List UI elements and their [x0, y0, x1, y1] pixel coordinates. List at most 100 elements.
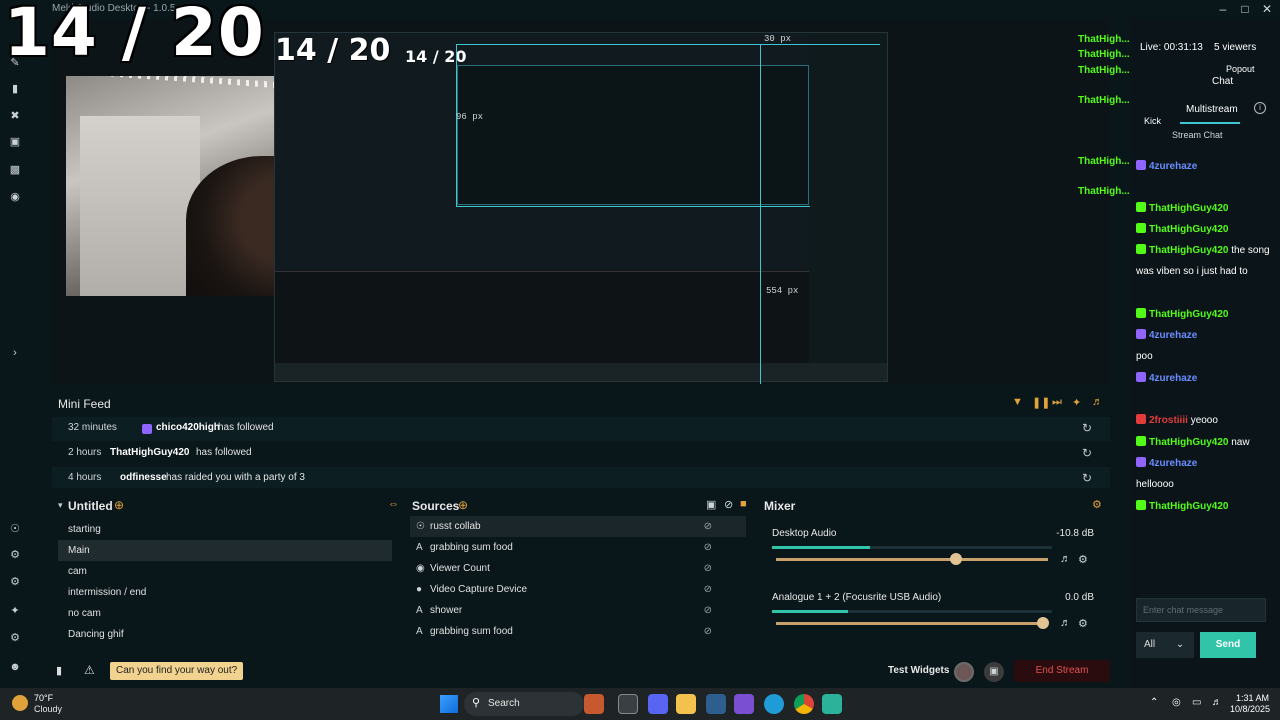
volume-slider[interactable]	[776, 622, 1048, 625]
test-widgets-button[interactable]: Test Widgets	[888, 665, 949, 676]
filter-icon[interactable]: ▼	[1012, 396, 1023, 408]
chrome-icon[interactable]	[794, 694, 814, 714]
chat-message: ThatHighGuy420	[1136, 219, 1276, 240]
source-item[interactable]: ◉ Viewer Count ⊘	[410, 558, 746, 579]
sources-dock: Sources ⊕ ▣ ⊘ ■ ☉ russt collab ⊘ Agrabbing…	[406, 494, 752, 649]
source-item[interactable]: ☉ russt collab ⊘	[410, 516, 746, 537]
replay-icon[interactable]: ↻	[1082, 421, 1092, 435]
account-icon[interactable]: ☻	[8, 660, 22, 674]
multistream-tab[interactable]: Multistream	[1186, 104, 1238, 115]
volume-knob[interactable]	[1036, 617, 1049, 629]
mixer-settings-icon[interactable]: ⚙	[1092, 498, 1102, 511]
chat-message: 4zurehaze poo	[1136, 325, 1276, 367]
chevron-down-icon[interactable]: ▾	[58, 500, 63, 511]
gear-icon[interactable]: ⚙	[8, 631, 22, 645]
scene-item[interactable]: no cam	[58, 603, 392, 624]
chat-user: ThatHighGuy420	[1149, 245, 1229, 256]
pause-icon[interactable]: ❚❚	[1032, 396, 1050, 409]
left-nav: ✎ ▮ ✖ ▣ ▩ ◉ › ☉ ⚙ ⚙ ✦ ⚙ ☻	[0, 18, 30, 688]
maximize-icon[interactable]: □	[1234, 1, 1256, 17]
discord-icon[interactable]	[648, 694, 668, 714]
file-explorer-icon[interactable]	[676, 694, 696, 714]
eye-slash-icon[interactable]: ⊘	[704, 558, 712, 579]
chat-message: 2frostiiii yeooo	[1136, 410, 1276, 431]
add-scene-icon[interactable]: ⊕	[114, 498, 124, 512]
clock-date: 10/8/2025	[1230, 704, 1271, 714]
camera-button[interactable]: ▣	[984, 662, 1004, 682]
mic-icon[interactable]: ◎	[1172, 697, 1181, 708]
display-icon[interactable]: ▭	[1192, 697, 1201, 708]
app-octopus-icon[interactable]	[584, 694, 604, 714]
eye-slash-icon[interactable]: ⊘	[704, 537, 712, 558]
hide-icon[interactable]: ⊘	[724, 498, 733, 511]
sparkle-icon[interactable]: ✦	[8, 604, 22, 618]
source-item[interactable]: Ashower ⊘	[410, 600, 746, 621]
eye-slash-icon[interactable]: ⊘	[704, 621, 712, 642]
windows-start-icon[interactable]	[440, 695, 458, 713]
popout-button[interactable]: Popout	[1226, 64, 1255, 74]
expand-icon[interactable]: ›	[8, 346, 22, 360]
feed-row: 32 minutes chico420high has followed ↻	[52, 417, 1110, 441]
task-view-icon[interactable]	[618, 694, 638, 714]
track-gear-icon[interactable]: ⚙	[1078, 617, 1088, 630]
scene-split-icon[interactable]: ⇔	[388, 498, 399, 510]
speaker-tray-icon[interactable]: ♬	[1212, 697, 1222, 708]
chat-filter-select[interactable]: All ⌄	[1136, 632, 1194, 658]
chevron-up-icon[interactable]: ⌃	[1150, 697, 1158, 708]
source-item[interactable]: Agrabbing sum food ⊘	[410, 621, 746, 642]
speaker-icon[interactable]: ♬	[1060, 553, 1071, 565]
eye-slash-icon[interactable]: ⊘	[704, 516, 712, 537]
meld-icon[interactable]	[734, 694, 754, 714]
wand-icon[interactable]: ✦	[1072, 396, 1081, 409]
skip-icon[interactable]: ⏭	[1052, 396, 1062, 409]
tip-banner[interactable]: Can you find your way out?	[110, 662, 244, 680]
end-stream-button[interactable]: End Stream	[1014, 660, 1110, 682]
volume-slider[interactable]	[776, 558, 1048, 561]
replay-icon[interactable]: ↻	[1082, 446, 1092, 460]
settings-alt-icon[interactable]: ⚙	[8, 548, 22, 562]
track-db: -10.8 dB	[1056, 528, 1094, 539]
track-gear-icon[interactable]: ⚙	[1078, 553, 1088, 566]
taskbar-search[interactable]: Search	[464, 692, 584, 716]
alert-icon[interactable]: ⚠	[84, 663, 95, 677]
minimize-icon[interactable]: –	[1212, 1, 1234, 17]
store-app-icon[interactable]	[706, 694, 726, 714]
overlay-chat-line: ThatHigh...	[1078, 156, 1130, 167]
folder-icon[interactable]: ■	[740, 498, 747, 510]
add-source-icon[interactable]: ⊕	[458, 498, 468, 512]
source-label: shower	[430, 605, 463, 616]
replay-icon[interactable]: ↻	[1082, 471, 1092, 485]
feed-time: 32 minutes	[68, 422, 117, 433]
weather-icon[interactable]	[12, 695, 28, 711]
scene-item[interactable]: Dancing ghif	[58, 624, 392, 645]
info-icon[interactable]: i	[1254, 102, 1266, 114]
canvas-display[interactable]: 14 / 20 14 / 20 30 px 96 px 554 px	[52, 20, 1110, 384]
source-item[interactable]: ● Video Capture Device ⊘	[410, 579, 746, 600]
volume-icon[interactable]: ♬	[1092, 396, 1103, 408]
video-icon[interactable]: ▩	[8, 163, 22, 177]
source-item[interactable]: Agrabbing sum food ⊘	[410, 537, 746, 558]
eye-slash-icon[interactable]: ⊘	[704, 579, 712, 600]
eye-slash-icon[interactable]: ⊘	[704, 600, 712, 621]
meld-studio-icon[interactable]	[822, 694, 842, 714]
store-icon[interactable]: ▣	[8, 135, 22, 149]
volume-knob[interactable]	[949, 553, 962, 565]
scene-item[interactable]: intermission / end	[58, 582, 392, 603]
sources-title: Sources	[412, 499, 460, 513]
connect-icon[interactable]: ☉	[8, 522, 22, 536]
scene-item[interactable]: cam	[58, 561, 392, 582]
plugins-icon[interactable]: ⚙	[8, 575, 22, 589]
record-icon[interactable]: ◉	[8, 190, 22, 204]
stats-icon[interactable]: ▮	[56, 664, 62, 677]
tools-icon[interactable]: ✖	[8, 109, 22, 123]
close-icon[interactable]: ✕	[1256, 1, 1278, 17]
record-button[interactable]	[954, 662, 974, 682]
edge-icon[interactable]	[764, 694, 784, 714]
layout-icon[interactable]: ▣	[706, 498, 716, 511]
scene-item[interactable]: Main	[58, 540, 392, 561]
library-icon[interactable]: ▮	[8, 82, 22, 96]
scene-item[interactable]: starting	[58, 519, 392, 540]
speaker-icon[interactable]: ♬	[1060, 617, 1071, 629]
send-button[interactable]: Send	[1200, 632, 1256, 658]
chat-input[interactable]: Enter chat message	[1136, 598, 1266, 622]
